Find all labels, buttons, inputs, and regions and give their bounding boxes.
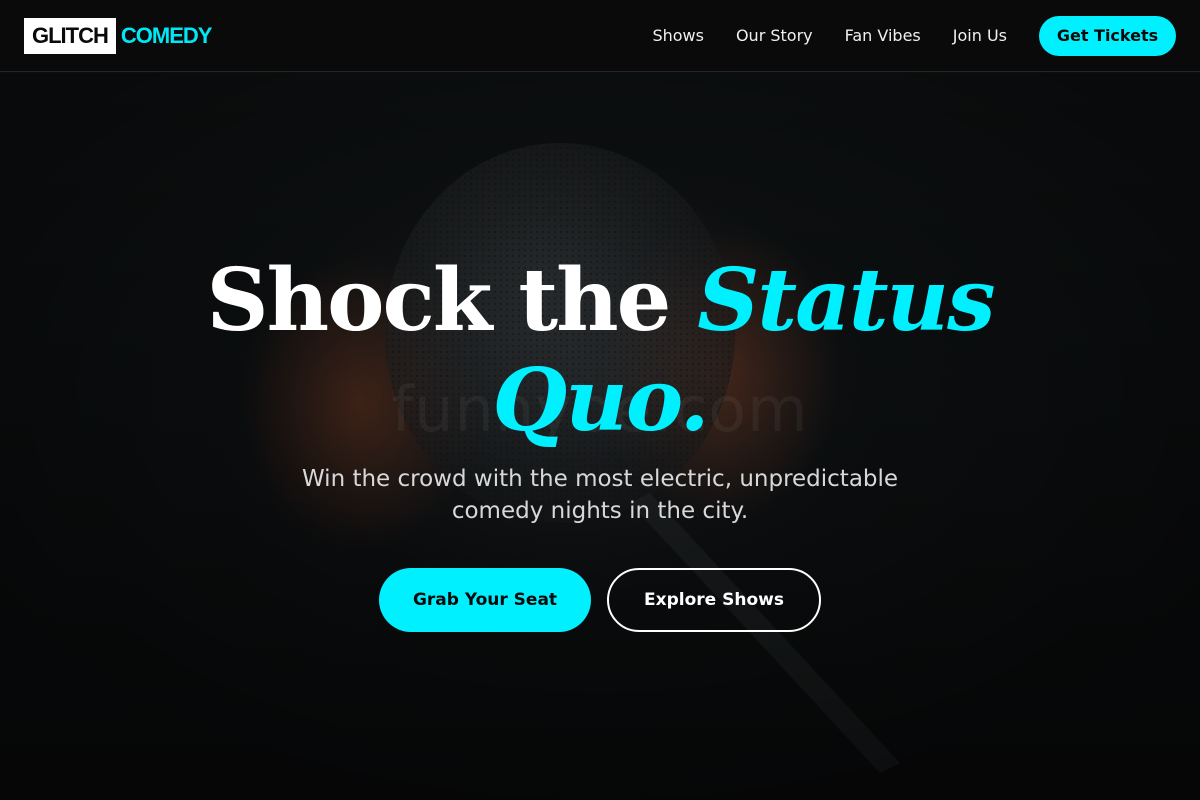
nav-link-join-us[interactable]: Join Us (953, 26, 1007, 45)
nav-link-shows[interactable]: Shows (652, 26, 704, 45)
headline-white-part: Shock the (206, 250, 698, 351)
get-tickets-button[interactable]: Get Tickets (1039, 15, 1176, 56)
hero-section: funnybe.com Shock the Status Quo. Win th… (0, 73, 1200, 800)
hero-buttons: Grab Your Seat Explore Shows (0, 568, 1200, 632)
logo-wordmark-accent: COMEDY (120, 22, 213, 48)
grab-your-seat-button[interactable]: Grab Your Seat (379, 568, 591, 632)
nav-link-our-story[interactable]: Our Story (736, 26, 813, 45)
headline-accent-quo: Quo. (492, 350, 709, 451)
brand-logo[interactable]: GLITCH COMEDY (24, 17, 213, 54)
nav-menu: Shows Our Story Fan Vibes Join Us Get Ti… (652, 15, 1176, 56)
headline-accent-status: Status (697, 250, 995, 351)
explore-shows-button[interactable]: Explore Shows (607, 568, 821, 632)
hero-subtitle: Win the crowd with the most electric, un… (301, 466, 899, 524)
nav-link-fan-vibes[interactable]: Fan Vibes (845, 26, 921, 45)
top-navigation: GLITCH COMEDY Shows Our Story Fan Vibes … (0, 0, 1200, 72)
hero-headline: Shock the Status Quo. (0, 251, 1200, 451)
logo-wordmark-box: GLITCH (24, 17, 116, 54)
